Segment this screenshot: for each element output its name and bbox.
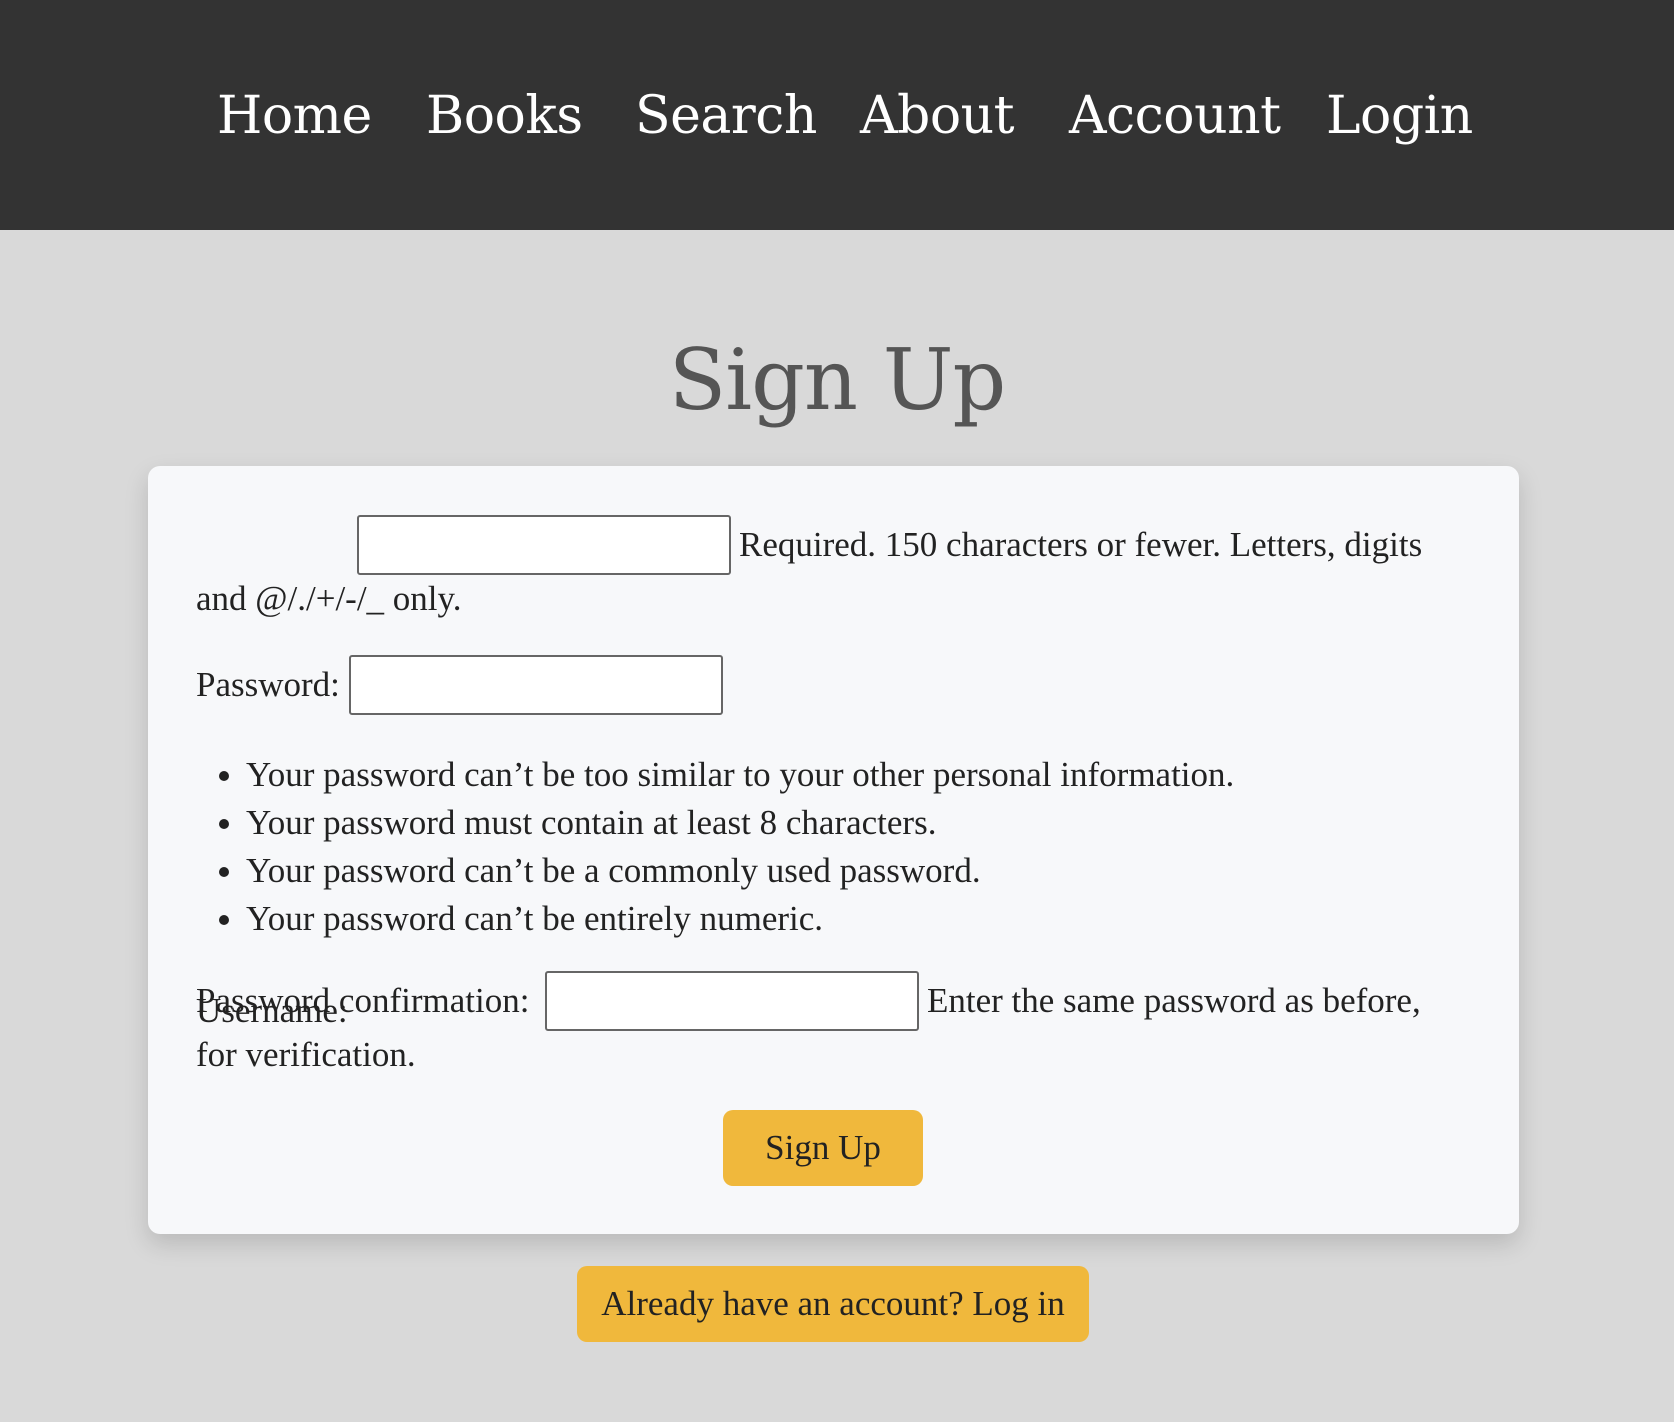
login-link-button[interactable]: Already have an account? Log in bbox=[577, 1266, 1089, 1342]
confirmation-help-line-2: for verification. bbox=[196, 1035, 416, 1074]
nav-link-search[interactable]: Search bbox=[635, 82, 817, 150]
password-rules-list: Your password can’t be too similar to yo… bbox=[196, 751, 1234, 943]
top-navbar: Home Books Search About Account Login bbox=[0, 0, 1674, 230]
nav-link-account[interactable]: Account bbox=[1069, 82, 1281, 150]
password-rule-item: Your password can’t be entirely numeric. bbox=[246, 895, 1234, 943]
username-help-line-2: and @/./+/-/_ only. bbox=[196, 579, 462, 618]
nav-menu: Home Books Search About Account Login bbox=[0, 0, 1674, 230]
nav-link-about[interactable]: About bbox=[860, 82, 1015, 150]
confirmation-help-line-1: Enter the same password as before, bbox=[927, 981, 1421, 1020]
password-confirmation-label: Password confirmation: bbox=[196, 981, 530, 1020]
password-rule-item: Your password must contain at least 8 ch… bbox=[246, 799, 1234, 847]
sign-up-button[interactable]: Sign Up bbox=[723, 1110, 923, 1186]
nav-link-home[interactable]: Home bbox=[217, 82, 372, 150]
username-help-line-1: Required. 150 characters or fewer. Lette… bbox=[739, 525, 1423, 564]
username-input[interactable] bbox=[357, 515, 731, 575]
nav-link-books[interactable]: Books bbox=[426, 82, 583, 150]
password-label: Password: bbox=[196, 665, 340, 704]
nav-link-login[interactable]: Login bbox=[1326, 82, 1473, 150]
password-rule-item: Your password can’t be too similar to yo… bbox=[246, 751, 1234, 799]
password-rule-item: Your password can’t be a commonly used p… bbox=[246, 847, 1234, 895]
password-input[interactable] bbox=[349, 655, 723, 715]
password-confirmation-input[interactable] bbox=[545, 971, 919, 1031]
signup-form: Username: Required. 150 characters or fe… bbox=[148, 466, 1519, 1234]
page-title: Sign Up bbox=[668, 331, 1007, 429]
